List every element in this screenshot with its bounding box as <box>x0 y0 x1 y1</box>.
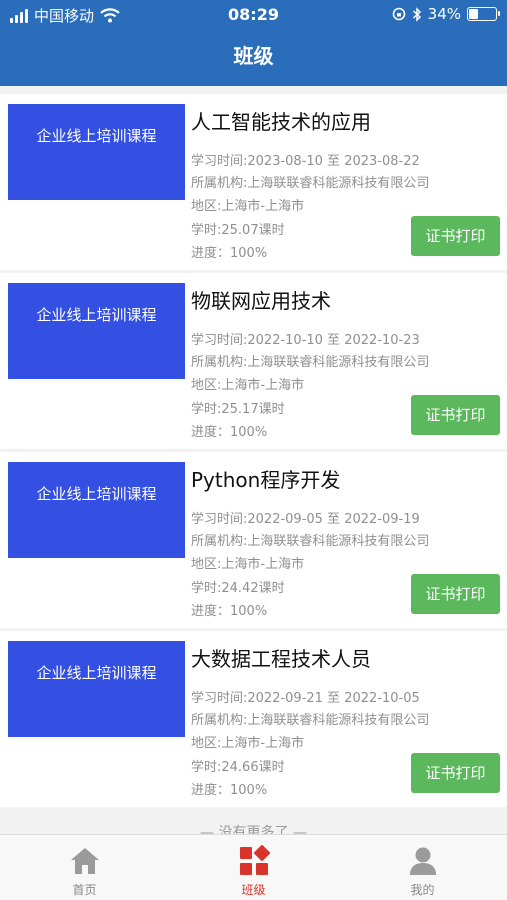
study-time: 学习时间:2022-10-10 至 2022-10-23 <box>191 333 420 348</box>
course-title[interactable]: Python程序开发 <box>191 464 340 493</box>
region: 地区:上海市-上海市 <box>191 199 305 214</box>
course-thumbnail[interactable]: 企业线上培训课程 <box>8 462 185 558</box>
organization: 所属机构:上海联联睿科能源科技有限公司 <box>191 176 430 191</box>
study-hours: 学时:25.17课时 <box>191 402 285 417</box>
study-time: 学习时间:2023-08-10 至 2023-08-22 <box>191 154 420 169</box>
rotation-lock-icon <box>392 7 405 21</box>
study-time: 学习时间:2022-09-21 至 2022-10-05 <box>191 691 420 706</box>
course-title[interactable]: 大数据工程技术人员 <box>191 643 371 672</box>
region: 地区:上海市-上海市 <box>191 736 305 751</box>
course-title[interactable]: 人工智能技术的应用 <box>191 106 371 135</box>
course-thumbnail[interactable]: 企业线上培训课程 <box>8 104 185 200</box>
tab-label: 首页 <box>72 883 97 897</box>
course-title[interactable]: 物联网应用技术 <box>191 285 331 314</box>
battery-icon <box>467 7 500 21</box>
status-right: 34% <box>392 5 500 23</box>
progress: 进度：100% <box>191 425 268 440</box>
region: 地区:上海市-上海市 <box>191 378 305 393</box>
profile-icon <box>410 847 436 875</box>
class-icon <box>240 845 270 875</box>
course-thumbnail[interactable]: 企业线上培训课程 <box>8 283 185 379</box>
battery-percent: 34% <box>427 5 461 23</box>
progress: 进度：100% <box>191 604 268 619</box>
study-hours: 学时:24.42课时 <box>191 581 285 596</box>
tab-label: 我的 <box>410 883 435 897</box>
progress: 进度：100% <box>191 783 268 798</box>
home-icon <box>71 848 99 874</box>
course-thumbnail[interactable]: 企业线上培训课程 <box>8 641 185 737</box>
battery-level <box>469 9 478 19</box>
print-certificate-button[interactable]: 证书打印 <box>411 574 500 614</box>
tab-label: 班级 <box>241 883 266 897</box>
tab-profile[interactable]: 我的 <box>338 835 507 900</box>
status-bar: 中国移动 08:29 34% <box>0 0 507 30</box>
course-card[interactable]: 企业线上培训课程 物联网应用技术 学习时间:2022-10-10 至 2022-… <box>0 273 507 449</box>
print-certificate-button[interactable]: 证书打印 <box>411 216 500 256</box>
progress: 进度：100% <box>191 246 268 261</box>
organization: 所属机构:上海联联睿科能源科技有限公司 <box>191 355 430 370</box>
organization: 所属机构:上海联联睿科能源科技有限公司 <box>191 534 430 549</box>
course-card[interactable]: 企业线上培训课程 Python程序开发 学习时间:2022-09-05 至 20… <box>0 452 507 628</box>
region: 地区:上海市-上海市 <box>191 557 305 572</box>
study-time: 学习时间:2022-09-05 至 2022-09-19 <box>191 512 420 527</box>
course-card[interactable]: 企业线上培训课程 大数据工程技术人员 学习时间:2022-09-21 至 202… <box>0 631 507 807</box>
course-list[interactable]: 企业线上培训课程 人工智能技术的应用 学习时间:2023-08-10 至 202… <box>0 86 507 834</box>
tab-class[interactable]: 班级 <box>169 835 338 900</box>
study-hours: 学时:24.66课时 <box>191 760 285 775</box>
tab-bar: 首页 班级 我的 <box>0 834 507 900</box>
study-hours: 学时:25.07课时 <box>191 223 285 238</box>
print-certificate-button[interactable]: 证书打印 <box>411 395 500 435</box>
bluetooth-icon <box>412 6 421 22</box>
page-title: 班级 <box>0 30 507 86</box>
organization: 所属机构:上海联联睿科能源科技有限公司 <box>191 713 430 728</box>
no-more-tip: — 没有更多了 — <box>200 825 307 834</box>
tab-home[interactable]: 首页 <box>0 835 169 900</box>
print-certificate-button[interactable]: 证书打印 <box>411 753 500 793</box>
course-card[interactable]: 企业线上培训课程 人工智能技术的应用 学习时间:2023-08-10 至 202… <box>0 94 507 270</box>
